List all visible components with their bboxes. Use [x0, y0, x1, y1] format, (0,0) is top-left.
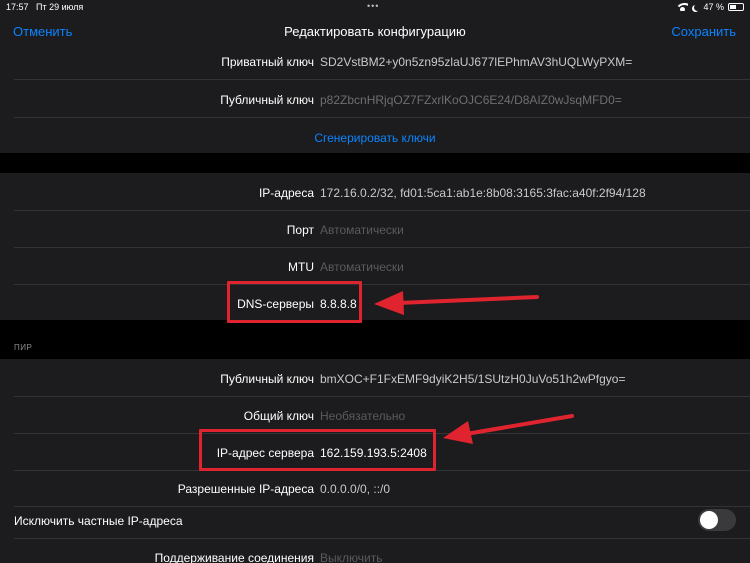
status-bar: 17:57 Пт 29 июля ••• 47 %: [0, 0, 750, 14]
preshared-key-label: Общий ключ: [243, 409, 314, 423]
port-label: Порт: [286, 223, 314, 237]
port-field[interactable]: Автоматически: [320, 223, 404, 237]
generate-keys-row[interactable]: Сгенерировать ключи: [0, 119, 750, 156]
keepalive-field[interactable]: Выключить: [320, 551, 382, 563]
status-right: 47 %: [677, 2, 744, 12]
battery-percent: 47 %: [703, 2, 724, 12]
public-key-value: p82ZbcnHRjqOZ7FZxrlKoOJC6E24/D8AIZ0wJsqM…: [320, 93, 622, 107]
multitasking-dots-icon[interactable]: •••: [367, 1, 379, 11]
addresses-row[interactable]: IP-адреса 172.16.0.2/32, fd01:5ca1:ab1e:…: [0, 174, 750, 211]
generate-keys-button[interactable]: Сгенерировать ключи: [0, 131, 750, 145]
interface-keys-group: Приватный ключ SD2VstBM2+y0n5zn95zlaUJ67…: [0, 50, 750, 153]
exclude-private-ips-toggle[interactable]: [698, 509, 736, 531]
keepalive-label: Поддерживание соединения: [154, 551, 314, 563]
status-time: 17:57: [6, 2, 29, 12]
endpoint-highlight-box: [199, 429, 436, 471]
peer-public-key-field[interactable]: bmXOC+F1FxEMF9dyiK2H5/1SUtzH0JuVo51h2wPf…: [320, 372, 625, 386]
private-key-label: Приватный ключ: [221, 55, 314, 69]
private-key-row[interactable]: Приватный ключ SD2VstBM2+y0n5zn95zlaUJ67…: [0, 43, 750, 80]
addresses-label: IP-адреса: [258, 186, 314, 200]
exclude-private-ips-label: Исключить частные IP-адреса: [14, 514, 183, 528]
mtu-label: MTU: [288, 260, 314, 274]
mtu-field[interactable]: Автоматически: [320, 260, 404, 274]
wifi-icon: [677, 3, 689, 11]
dns-highlight-box: [227, 281, 362, 323]
battery-icon: [728, 3, 744, 11]
status-date: Пт 29 июля: [36, 2, 84, 12]
dns-row[interactable]: DNS-серверы 8.8.8.8: [0, 285, 750, 322]
do-not-disturb-icon: [694, 4, 701, 11]
mtu-row[interactable]: MTU Автоматически: [0, 248, 750, 285]
public-key-label: Публичный ключ: [220, 93, 314, 107]
peer-public-key-row[interactable]: Публичный ключ bmXOC+F1FxEMF9dyiK2H5/1SU…: [0, 360, 750, 397]
exclude-private-ips-row[interactable]: Исключить частные IP-адреса: [0, 502, 750, 539]
row-divider: [14, 117, 750, 118]
toggle-knob: [700, 511, 718, 529]
keepalive-row[interactable]: Поддерживание соединения Выключить: [0, 539, 750, 563]
private-key-field[interactable]: SD2VstBM2+y0n5zn95zlaUJ677lEPhmAV3hUQLWy…: [320, 55, 632, 69]
row-divider: [14, 79, 750, 80]
peer-section-header: ПИР: [14, 343, 33, 352]
allowed-ips-label: Разрешенные IP-адреса: [177, 482, 314, 496]
allowed-ips-field[interactable]: 0.0.0.0/0, ::/0: [320, 482, 390, 496]
preshared-key-field[interactable]: Необязательно: [320, 409, 405, 423]
battery-fill: [730, 5, 736, 9]
public-key-row[interactable]: Публичный ключ p82ZbcnHRjqOZ7FZxrlKoOJC6…: [0, 81, 750, 118]
peer-public-key-label: Публичный ключ: [220, 372, 314, 386]
addresses-field[interactable]: 172.16.0.2/32, fd01:5ca1:ab1e:8b08:3165:…: [320, 186, 646, 200]
port-row[interactable]: Порт Автоматически: [0, 211, 750, 248]
save-button[interactable]: Сохранить: [671, 24, 736, 39]
page-title: Редактировать конфигурацию: [284, 24, 466, 39]
interface-settings-group: IP-адреса 172.16.0.2/32, fd01:5ca1:ab1e:…: [0, 173, 750, 320]
